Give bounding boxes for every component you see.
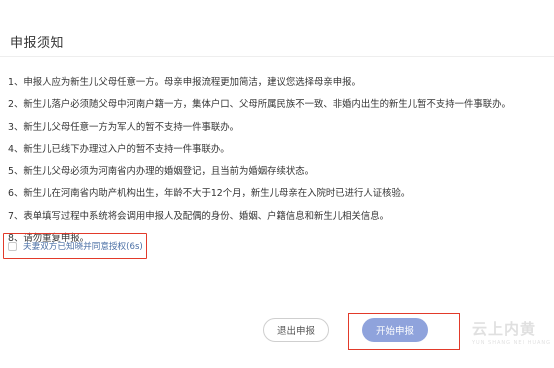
consent-checkbox[interactable] [8, 241, 17, 251]
watermark-text-en: YUN SHANG NEI HUANG [472, 340, 552, 346]
start-declaration-button[interactable]: 开始申报 [362, 318, 428, 342]
rule-item-2: 2、新生儿落户必须随父母中河南户籍一方，集体户口、父母所属民族不一致、非婚内出生… [8, 99, 511, 111]
consent-label[interactable]: 夫妻双方已知晓并同意授权(6s) [23, 240, 143, 252]
page-title: 申报须知 [10, 36, 65, 51]
watermark-logo: 云上内黄 YUN SHANG NEI HUANG [472, 318, 552, 364]
rules-list: 1、申报人应为新生儿父母任意一方。母亲申报流程更加简洁，建议您选择母亲申报。 2… [8, 72, 548, 250]
rule-item-5: 5、新生儿父母必须为河南省内办理的婚姻登记，且当前为婚姻存续状态。 [8, 166, 314, 178]
rule-item-1: 1、申报人应为新生儿父母任意一方。母亲申报流程更加简洁，建议您选择母亲申报。 [8, 77, 361, 88]
exit-declaration-button[interactable]: 退出申报 [263, 318, 329, 342]
declaration-notice-page: 申报须知 1、申报人应为新生儿父母任意一方。母亲申报流程更加简洁，建议您选择母亲… [0, 0, 554, 368]
rule-item-6: 6、新生儿在河南省内助产机构出生，年龄不大于12个月，新生儿母亲在入院时已进行人… [8, 188, 411, 200]
rule-item-3: 3、新生儿父母任意一方为军人的暂不支持一件事联办。 [8, 121, 239, 133]
watermark-text-cn: 云上内黄 [472, 320, 537, 338]
consent-row[interactable]: 夫妻双方已知晓并同意授权(6s) [3, 233, 147, 259]
rule-item-4: 4、新生儿已线下办理过入户的暂不支持一件事联办。 [8, 143, 230, 155]
rule-item-7: 7、表单填写过程中系统将会调用申报人及配偶的身份、婚姻、户籍信息和新生儿相关信息… [8, 210, 389, 222]
title-divider [0, 56, 554, 57]
